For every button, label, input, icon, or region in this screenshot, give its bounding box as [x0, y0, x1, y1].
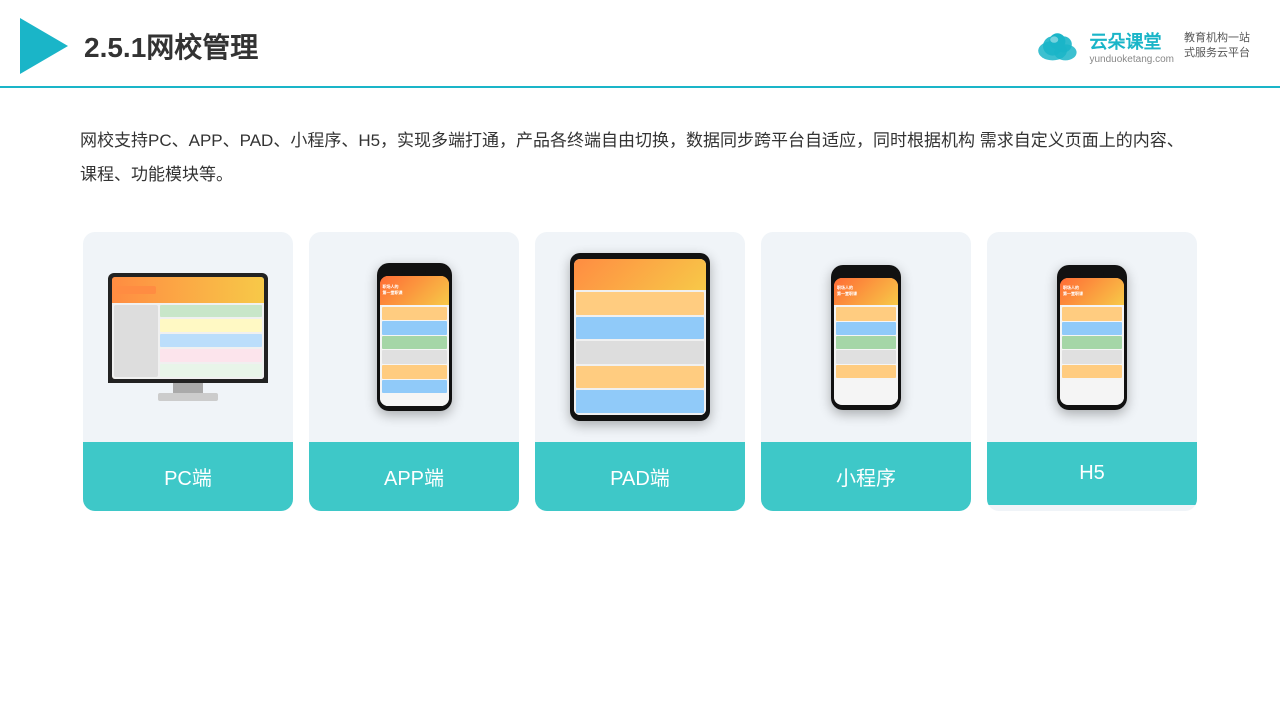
mini-phone-screen: 职场人的第一堂职课: [834, 278, 898, 405]
card-pc: PC端: [83, 232, 293, 511]
pad-screen: [574, 259, 706, 415]
h5-phone-mockup: 职场人的第一堂职课: [1057, 265, 1127, 410]
mini-phone-notch: [854, 270, 878, 276]
pc-neck: [173, 383, 203, 393]
h5-phone-screen: 职场人的第一堂职课: [1060, 278, 1124, 405]
pc-monitor: [108, 273, 268, 383]
pc-mockup: [108, 273, 268, 401]
page-title: 2.5.1网校管理: [84, 26, 258, 66]
brand-slogan: 教育机构一站式服务云平台: [1184, 31, 1250, 62]
card-pc-image: [83, 232, 293, 442]
card-app-image: 职场人的第一堂职课: [309, 232, 519, 442]
phone-screen: 职场人的第一堂职课: [380, 276, 449, 406]
card-pad-label: PAD端: [535, 442, 745, 511]
h5-phone-notch: [1080, 270, 1104, 276]
card-h5-image: 职场人的第一堂职课: [987, 232, 1197, 442]
pad-mockup: [570, 253, 710, 421]
card-h5: 职场人的第一堂职课 H5: [987, 232, 1197, 511]
card-app: 职场人的第一堂职课 APP端: [309, 232, 519, 511]
cards-container: PC端 职场人的第一堂职课: [0, 212, 1280, 531]
header-left: 2.5.1网校管理: [20, 18, 258, 74]
header-right: 云朵课堂 yunduoketang.com 教育机构一站式服务云平台: [1035, 28, 1250, 65]
pc-stand: [158, 393, 218, 401]
card-pad-image: [535, 232, 745, 442]
pc-screen: [112, 277, 264, 379]
card-app-label: APP端: [309, 442, 519, 511]
card-miniprogram: 职场人的第一堂职课 小程序: [761, 232, 971, 511]
description-content: 网校支持PC、APP、PAD、小程序、H5，实现多端打通，产品各终端自由切换，数…: [80, 131, 1184, 184]
card-pad: PAD端: [535, 232, 745, 511]
brand-name: 云朵课堂: [1089, 28, 1161, 54]
cloud-icon: [1035, 28, 1083, 64]
phone-notch: [402, 268, 426, 274]
cloud-logo: 云朵课堂 yunduoketang.com: [1035, 28, 1174, 65]
app-phone-mockup: 职场人的第一堂职课: [377, 263, 452, 411]
card-miniprogram-image: 职场人的第一堂职课: [761, 232, 971, 442]
brand-text: 云朵课堂 yunduoketang.com: [1089, 28, 1174, 65]
card-h5-label: H5: [987, 442, 1197, 505]
description-text: 网校支持PC、APP、PAD、小程序、H5，实现多端打通，产品各终端自由切换，数…: [0, 88, 1280, 212]
page-header: 2.5.1网校管理 云朵课堂 yunduoketang.com 教育机构一站式服…: [0, 0, 1280, 88]
card-pc-label: PC端: [83, 442, 293, 511]
miniprogram-phone-mockup: 职场人的第一堂职课: [831, 265, 901, 410]
logo-triangle-icon: [20, 18, 68, 74]
brand-url: yunduoketang.com: [1089, 54, 1174, 65]
card-miniprogram-label: 小程序: [761, 442, 971, 511]
